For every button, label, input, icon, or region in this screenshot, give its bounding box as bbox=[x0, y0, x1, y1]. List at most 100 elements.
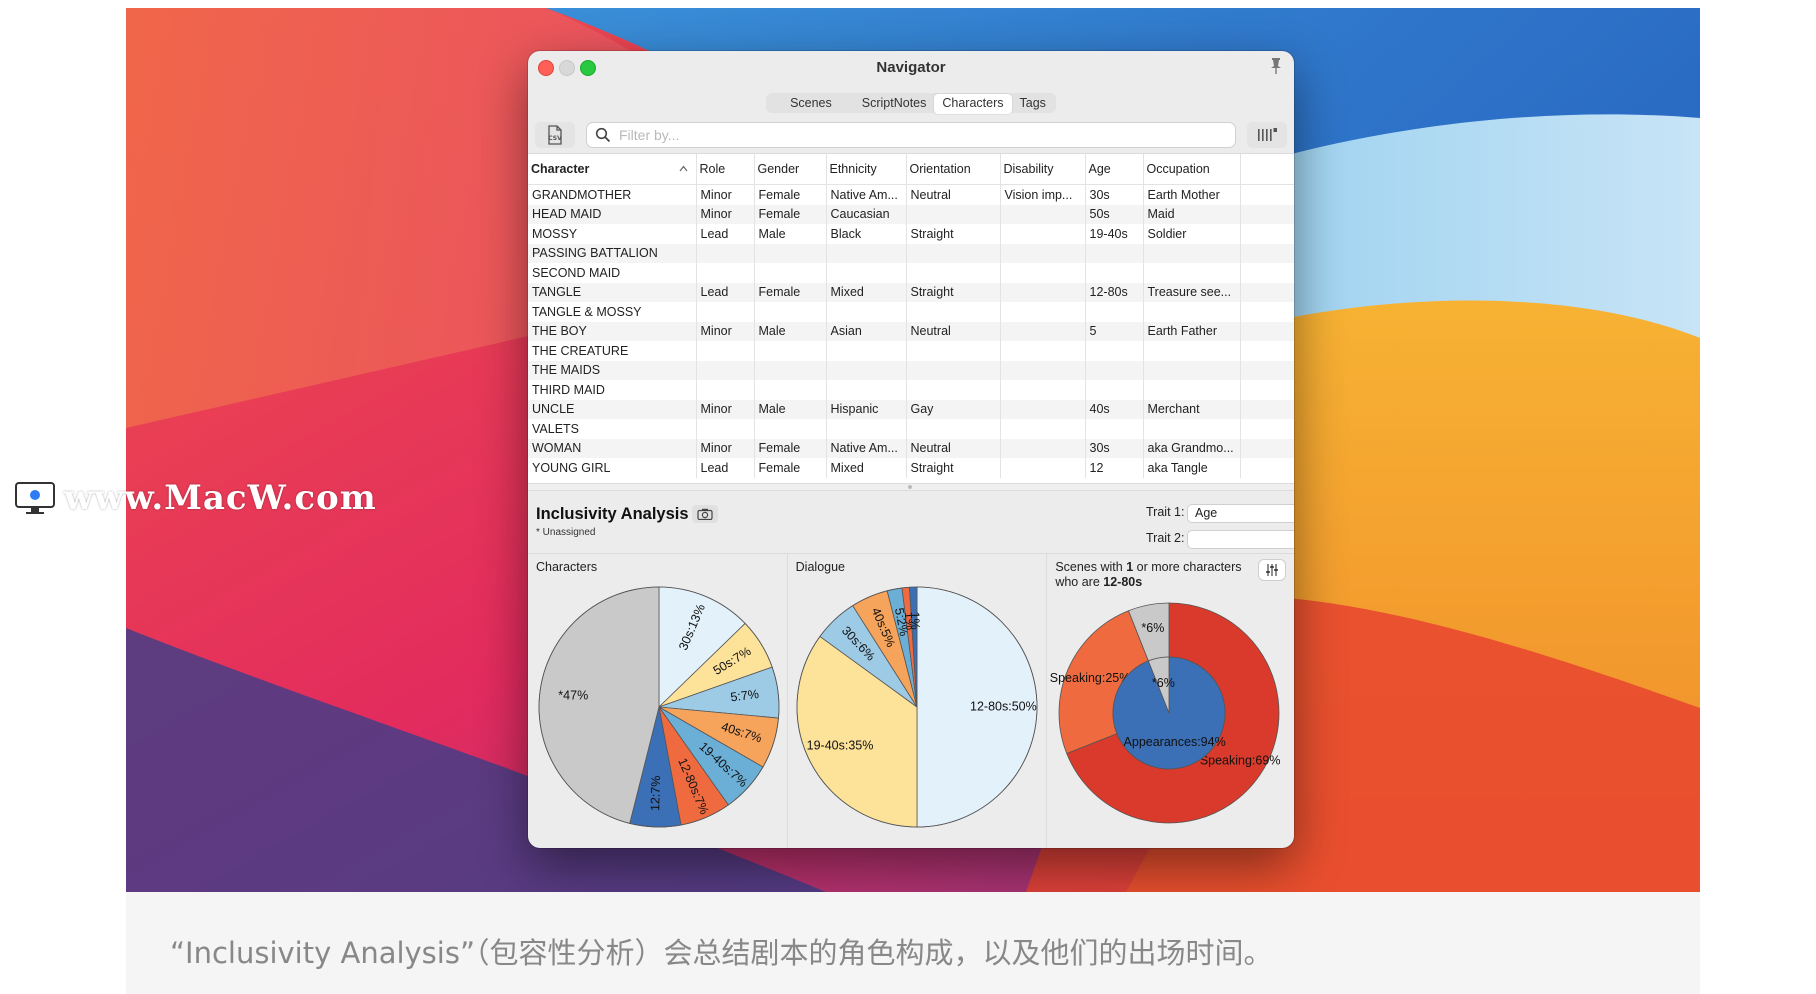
analysis-title: Inclusivity Analysis bbox=[536, 505, 689, 523]
table-cell bbox=[1000, 380, 1086, 400]
table-cell: 40s bbox=[1085, 399, 1144, 419]
navigator-tabs: Scenes ScriptNotes Characters Tags bbox=[528, 89, 1294, 117]
table-cell bbox=[826, 302, 907, 322]
table-row[interactable]: THE MAIDS bbox=[528, 360, 1294, 380]
table-cell: PASSING BATTALION bbox=[528, 243, 697, 263]
table-cell: THIRD MAID bbox=[528, 380, 697, 400]
table-cell: VALETS bbox=[528, 419, 697, 439]
table-row[interactable]: THE BOY Minor Male Asian Neutral 5 Earth Fathe… bbox=[528, 321, 1294, 341]
table-cell: Hispanic bbox=[826, 399, 907, 419]
table-cell: Earth Mother bbox=[1143, 184, 1241, 205]
trait2-select[interactable] bbox=[1188, 531, 1294, 548]
trait1-select[interactable]: Age bbox=[1188, 505, 1294, 522]
table-row[interactable]: THE CREATURE bbox=[528, 341, 1294, 361]
tab-scriptnotes[interactable]: ScriptNotes bbox=[854, 94, 935, 114]
column-header-character[interactable]: Character bbox=[528, 154, 697, 185]
table-cell: TANGLE bbox=[528, 282, 697, 302]
table-cell: Mixed bbox=[826, 458, 907, 478]
columns-button[interactable] bbox=[1247, 122, 1287, 148]
table-cell bbox=[1143, 263, 1241, 283]
table-cell: Minor bbox=[696, 321, 755, 341]
pin-icon[interactable] bbox=[1268, 57, 1284, 75]
tab-tags[interactable]: Tags bbox=[1012, 94, 1054, 114]
csv-export-button[interactable]: CSV bbox=[535, 122, 575, 148]
table-cell: 30s bbox=[1085, 438, 1144, 458]
table-cell bbox=[1000, 399, 1086, 419]
dialogue-pie-chart: 12-80s:50%19-40s:35%30s:6%40s:5%5:2%1%1% bbox=[796, 586, 1038, 828]
table-cell bbox=[1000, 419, 1086, 439]
column-header-ethnicity[interactable]: Ethnicity bbox=[826, 154, 907, 185]
trait2-label: Trait 2: bbox=[1146, 531, 1185, 545]
table-cell: Native Am... bbox=[826, 438, 907, 458]
slice-label: 12:7% bbox=[648, 775, 663, 811]
table-cell bbox=[1000, 360, 1086, 380]
table-cell bbox=[1240, 438, 1294, 458]
characters-table: Character Role Gender Ethnicity Orientat… bbox=[528, 153, 1294, 484]
table-cell: Female bbox=[754, 282, 827, 302]
table-cell bbox=[906, 341, 1001, 361]
watermark: www.MacW.com bbox=[14, 476, 377, 520]
column-header-disability[interactable]: Disability bbox=[1000, 154, 1086, 185]
table-cell: Treasure see... bbox=[1143, 282, 1241, 302]
table-cell bbox=[826, 341, 907, 361]
search-input[interactable] bbox=[617, 124, 1221, 146]
table-cell bbox=[1000, 243, 1086, 263]
table-cell: 30s bbox=[1085, 184, 1144, 205]
column-header-orientation[interactable]: Orientation bbox=[906, 154, 1001, 185]
table-row[interactable]: WOMAN Minor Female Native Am... Neutral 30s ak… bbox=[528, 438, 1294, 458]
table-row[interactable]: VALETS bbox=[528, 419, 1294, 439]
table-cell bbox=[1000, 458, 1086, 478]
table-cell: Vision imp... bbox=[1000, 184, 1086, 205]
search-icon bbox=[595, 127, 611, 143]
table-cell: Minor bbox=[696, 184, 755, 205]
title-bar[interactable]: Navigator bbox=[528, 51, 1294, 89]
table-cell bbox=[906, 243, 1001, 263]
table-cell: Lead bbox=[696, 282, 755, 302]
table-cell bbox=[906, 419, 1001, 439]
table-row[interactable]: HEAD MAID Minor Female Caucasian 50s Maid bbox=[528, 204, 1294, 224]
table-cell: SECOND MAID bbox=[528, 263, 697, 283]
table-cell: YOUNG GIRL bbox=[528, 458, 697, 478]
column-header-age[interactable]: Age bbox=[1085, 154, 1144, 185]
slice-label: 12-80s:50% bbox=[970, 699, 1037, 713]
table-row[interactable]: PASSING BATTALION bbox=[528, 243, 1294, 263]
table-row[interactable]: THIRD MAID bbox=[528, 380, 1294, 400]
table-row[interactable]: YOUNG GIRL Lead Female Mixed Straight 12 aka T… bbox=[528, 458, 1294, 478]
table-cell: Minor bbox=[696, 204, 755, 224]
table-cell: 12 bbox=[1085, 458, 1144, 478]
table-cell bbox=[1085, 380, 1144, 400]
table-cell: aka Grandmo... bbox=[1143, 438, 1241, 458]
table-cell: Caucasian bbox=[826, 204, 907, 224]
table-cell bbox=[1143, 302, 1241, 322]
donut-label: Speaking:25% bbox=[1050, 671, 1131, 685]
table-cell bbox=[1000, 321, 1086, 341]
snapshot-button[interactable] bbox=[692, 505, 718, 523]
table-row[interactable]: GRANDMOTHER Minor Female Native Am... Neutra… bbox=[528, 184, 1294, 205]
table-row[interactable]: UNCLE Minor Male Hispanic Gay 40s Merchant bbox=[528, 399, 1294, 419]
tab-scenes[interactable]: Scenes bbox=[768, 94, 854, 114]
tab-characters[interactable]: Characters bbox=[934, 94, 1012, 114]
column-header-occupation[interactable]: Occupation bbox=[1143, 154, 1241, 185]
table-row[interactable]: TANGLE & MOSSY bbox=[528, 302, 1294, 322]
column-header-role[interactable]: Role bbox=[696, 154, 755, 185]
table-cell bbox=[1000, 263, 1086, 283]
table-cell: Male bbox=[754, 224, 827, 244]
trait1-value: Age bbox=[1195, 506, 1218, 520]
table-cell: 5 bbox=[1085, 321, 1144, 341]
table-cell bbox=[1240, 263, 1294, 283]
table-cell bbox=[754, 243, 827, 263]
table-cell: 19-40s bbox=[1085, 224, 1144, 244]
table-row[interactable]: MOSSY Lead Male Black Straight 19-40s Soldier bbox=[528, 224, 1294, 244]
table-cell: THE BOY bbox=[528, 321, 697, 341]
table-cell: 12-80s bbox=[1085, 282, 1144, 302]
scenes-nested-donut-chart: Speaking:69% Speaking:25% *6% Appearances:9… bbox=[1050, 602, 1281, 824]
table-row[interactable]: TANGLE Lead Female Mixed Straight 12-80s Treas… bbox=[528, 282, 1294, 302]
table-cell bbox=[696, 419, 755, 439]
table-cell bbox=[1143, 419, 1241, 439]
table-row[interactable]: SECOND MAID bbox=[528, 263, 1294, 283]
slice-label: *47% bbox=[558, 689, 588, 703]
table-cell: Soldier bbox=[1143, 224, 1241, 244]
table-cell: Straight bbox=[906, 282, 1001, 302]
search-field[interactable] bbox=[587, 123, 1235, 147]
column-header-gender[interactable]: Gender bbox=[754, 154, 827, 185]
